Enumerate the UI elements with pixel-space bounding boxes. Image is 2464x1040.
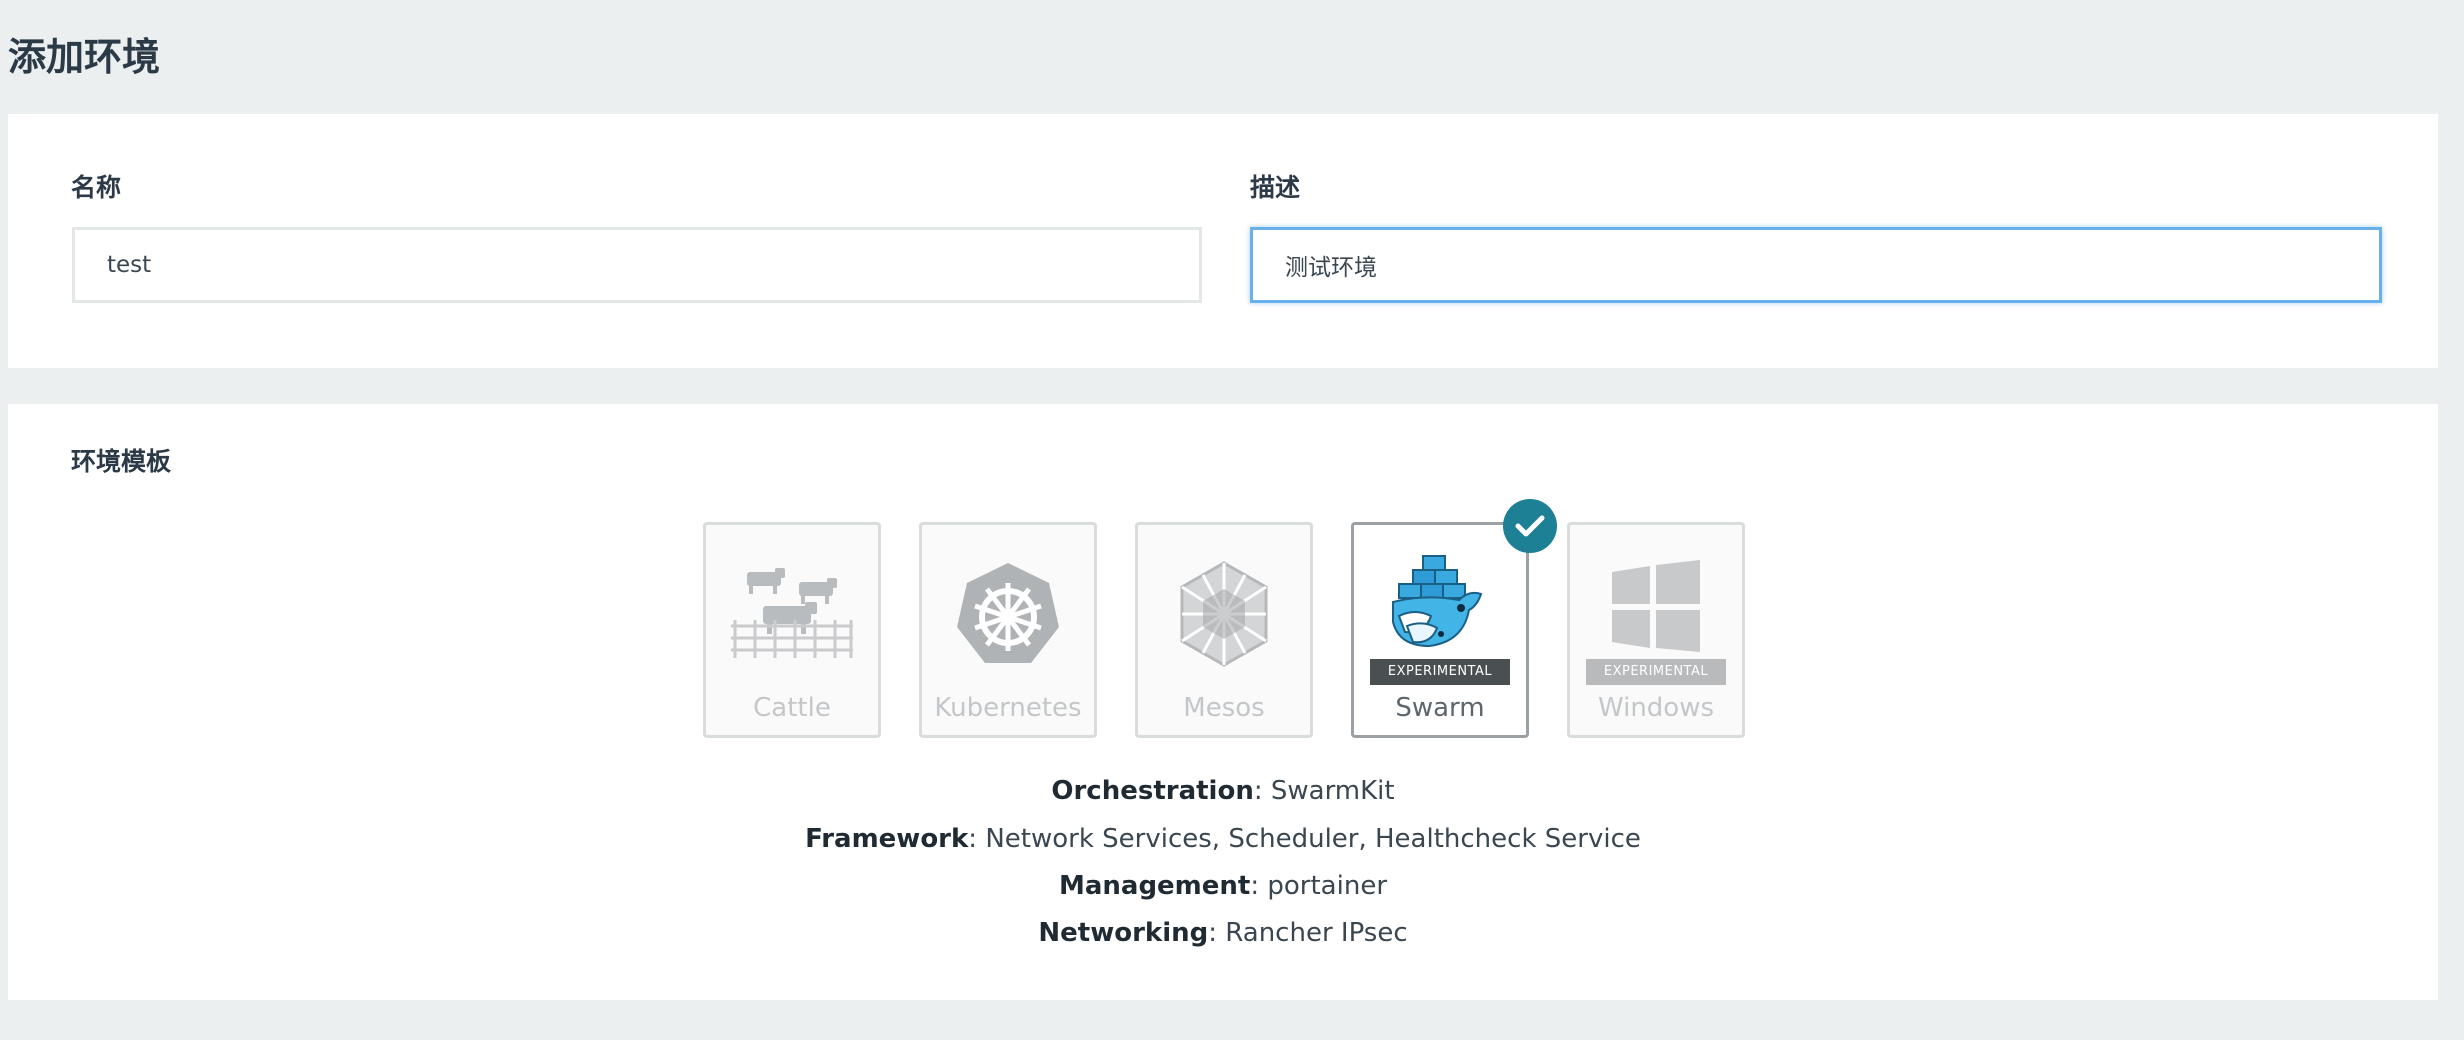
kubernetes-icon — [922, 555, 1094, 673]
page-title: 添加环境 — [8, 35, 161, 79]
template-label: Windows — [1597, 693, 1715, 723]
name-input[interactable] — [72, 227, 1202, 303]
template-label: Cattle — [753, 693, 831, 723]
windows-icon — [1570, 547, 1742, 665]
detail-value: portainer — [1267, 871, 1388, 901]
description-label: 描述 — [1250, 173, 1301, 202]
detail-key: Management — [1058, 871, 1251, 901]
detail-value: SwarmKit — [1270, 776, 1395, 806]
template-tile-cattle[interactable]: Cattle — [703, 522, 881, 738]
framework-info: Framework: Network Services, Scheduler, … — [805, 824, 1641, 854]
orchestration-info: Orchestration: SwarmKit — [1051, 776, 1395, 806]
swarm-icon — [1354, 543, 1526, 661]
experimental-badge: EXPERIMENTAL — [1586, 659, 1726, 685]
detail-key: Orchestration — [1051, 776, 1254, 806]
detail-value: Network Services, Scheduler, Healthcheck… — [985, 824, 1641, 854]
name-label: 名称 — [71, 173, 122, 202]
cattle-icon — [706, 555, 878, 673]
networking-info: Networking: Rancher IPsec — [1038, 918, 1408, 948]
experimental-badge: EXPERIMENTAL — [1370, 659, 1510, 685]
environment-template-card: 环境模板 Cattle Kubernetes Mesos EXPERIMENTA… — [8, 404, 2438, 1000]
template-tile-swarm[interactable]: EXPERIMENTAL Swarm — [1351, 522, 1529, 738]
environment-info-card: 名称 描述 — [8, 114, 2438, 368]
template-tile-mesos[interactable]: Mesos — [1135, 522, 1313, 738]
template-label: Kubernetes — [934, 693, 1082, 723]
detail-value: Rancher IPsec — [1225, 918, 1408, 948]
template-label: Mesos — [1183, 693, 1265, 723]
section-title: 环境模板 — [71, 447, 172, 476]
template-label: Swarm — [1395, 693, 1485, 723]
description-input[interactable] — [1250, 227, 2382, 303]
checkmark-icon — [1503, 499, 1557, 553]
detail-key: Networking — [1038, 918, 1209, 948]
mesos-icon — [1138, 555, 1310, 673]
detail-key: Framework — [805, 824, 969, 854]
template-tile-windows[interactable]: EXPERIMENTAL Windows — [1567, 522, 1745, 738]
template-tile-kubernetes[interactable]: Kubernetes — [919, 522, 1097, 738]
management-info: Management: portainer — [1058, 871, 1388, 901]
